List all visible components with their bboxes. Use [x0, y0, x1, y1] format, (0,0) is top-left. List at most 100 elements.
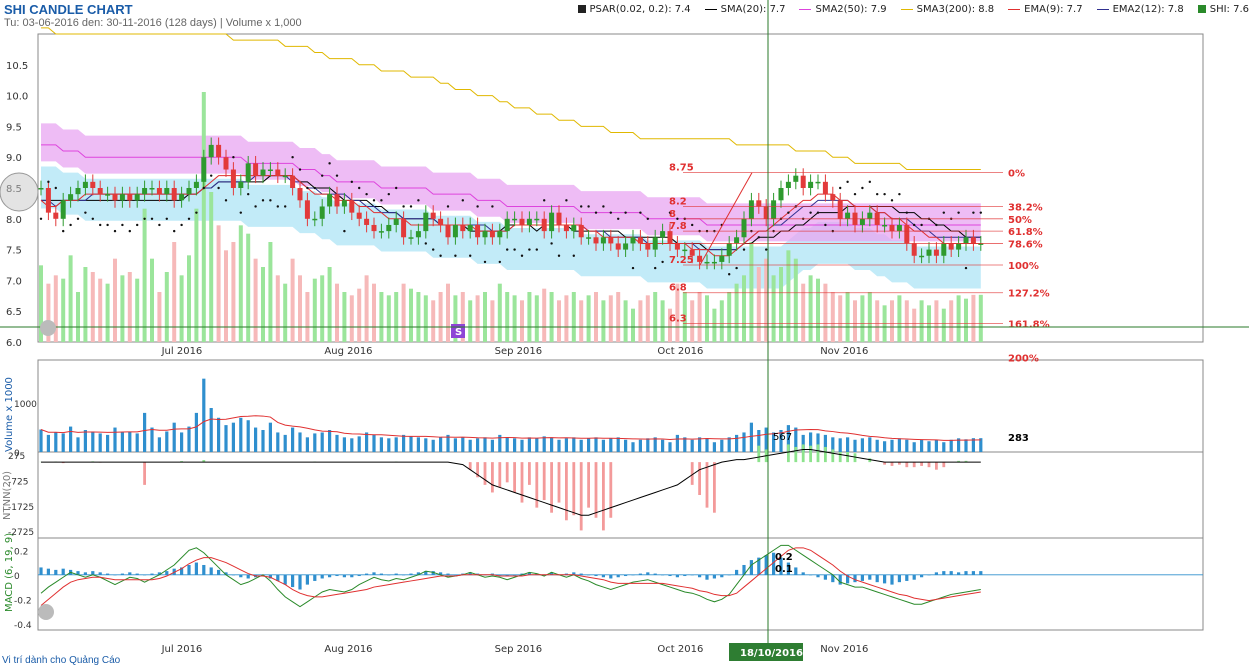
macd-histogram-bar	[801, 572, 805, 575]
candle-body	[674, 243, 680, 250]
indicator-bar	[609, 462, 613, 518]
volume-bar	[128, 431, 132, 452]
psar-dot	[624, 211, 627, 214]
background-volume-bar	[845, 292, 850, 342]
macd-histogram-bar	[194, 562, 198, 575]
background-volume-bar	[712, 308, 717, 342]
candle-body	[941, 243, 947, 256]
psar-dot	[765, 248, 768, 251]
indicator-bar	[483, 462, 487, 485]
volume-bar	[535, 438, 539, 452]
psar-dot	[232, 156, 235, 159]
psar-dot	[395, 186, 398, 190]
volume-bar	[897, 438, 901, 452]
price-tick-label: 7.0	[6, 276, 22, 287]
candle-body	[660, 231, 666, 238]
macd-histogram-bar	[875, 574, 879, 583]
volume-bar	[224, 425, 228, 452]
volume-value-label: 567	[773, 432, 792, 443]
candle-body	[179, 194, 185, 201]
psar-dot	[113, 229, 117, 233]
fib-price-label: 6.8	[669, 283, 687, 294]
volume-bar	[490, 439, 494, 452]
candle-body	[105, 194, 111, 196]
background-volume-bar	[964, 298, 968, 342]
psar-dot	[321, 174, 324, 177]
macd-histogram-bar	[809, 574, 813, 576]
indicator-bar	[698, 462, 701, 495]
psar-dot	[868, 180, 871, 184]
psar-dot	[239, 211, 242, 214]
month-tick-label: Aug 2016	[324, 644, 372, 655]
macd-histogram-bar	[579, 573, 583, 575]
psar-dot	[261, 199, 265, 202]
macd-histogram-bar	[283, 574, 287, 585]
psar-dot	[136, 223, 139, 227]
background-volume-bar	[431, 300, 436, 342]
indicator-bar	[713, 462, 716, 513]
candle-body	[253, 163, 259, 176]
candle-body	[482, 231, 488, 238]
background-volume-bar	[76, 292, 80, 342]
candle-body	[119, 194, 125, 201]
price-tick-label: 9.0	[6, 153, 22, 164]
volume-bar	[424, 438, 428, 452]
macd-histogram-bar	[764, 555, 768, 575]
volume-value-label: 283	[1008, 433, 1029, 444]
candle-body	[859, 218, 865, 225]
psar-dot	[979, 211, 982, 214]
volume-bar	[527, 437, 531, 452]
volume-bar	[587, 438, 591, 452]
psar-dot	[757, 236, 760, 239]
psar-dot	[76, 217, 80, 220]
background-volume-bar	[631, 308, 635, 342]
volume-bar	[320, 432, 324, 452]
psar-dot	[173, 229, 176, 233]
background-volume-bar	[120, 275, 125, 342]
background-volume-bar	[608, 295, 613, 342]
macd-histogram-bar	[964, 571, 968, 575]
candle-body	[956, 243, 962, 250]
volume-bar	[150, 427, 154, 452]
macd-histogram-bar	[823, 574, 827, 580]
candle-body	[615, 243, 621, 250]
psar-dot	[291, 156, 294, 159]
background-volume-bar	[209, 192, 214, 342]
volume-bar	[742, 432, 746, 452]
candle-body	[837, 200, 843, 219]
candle-body	[504, 218, 510, 232]
candle-body	[534, 218, 540, 221]
macd-histogram-bar	[853, 574, 857, 583]
candle-body	[526, 218, 532, 225]
background-volume-bar	[786, 250, 791, 342]
background-volume-bar	[298, 275, 302, 342]
psar-dot	[661, 260, 664, 264]
volume-bar	[187, 426, 191, 452]
macd-histogram-bar	[320, 574, 324, 579]
macd-histogram-bar	[979, 571, 983, 575]
background-volume-bar	[830, 292, 835, 342]
candle-body	[667, 231, 673, 244]
background-volume-bar	[327, 267, 332, 342]
candle-body	[711, 261, 717, 264]
volume-bar	[653, 437, 657, 452]
background-volume-bar	[357, 288, 362, 342]
psar-dot	[602, 205, 605, 208]
month-tick-label: Sep 2016	[495, 644, 542, 655]
indicator-bar	[572, 462, 576, 516]
candle-body	[282, 175, 288, 178]
psar-dot	[905, 211, 908, 214]
psar-dot	[913, 223, 916, 227]
psar-dot	[898, 192, 901, 196]
candle-body	[793, 175, 799, 182]
volume-bar	[846, 437, 850, 452]
candle-body	[882, 224, 888, 227]
indicator-bar	[801, 444, 805, 463]
macd-histogram-bar	[187, 564, 191, 575]
psar-dot	[454, 254, 457, 257]
macd-histogram-bar	[409, 573, 413, 575]
background-volume-bar	[756, 267, 761, 342]
candle-body	[697, 255, 703, 262]
candle-body	[186, 188, 192, 195]
macd-histogram-bar	[298, 574, 302, 590]
